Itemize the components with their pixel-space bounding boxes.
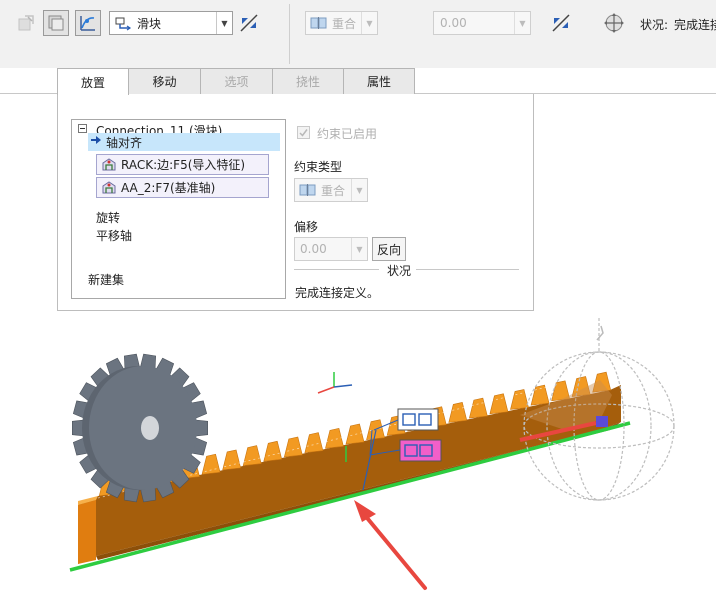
collapse-icon[interactable]: [78, 123, 88, 137]
axis-align-label: 轴对齐: [106, 136, 143, 150]
tab-flexibility[interactable]: 挠性: [272, 68, 344, 94]
constraint-enabled-label: 约束已启用: [317, 127, 378, 141]
constraint-tag-white[interactable]: [397, 408, 439, 431]
blue-dragger-handle[interactable]: [596, 416, 608, 427]
offset-field-value: 0.00: [300, 242, 327, 256]
move-component-icon[interactable]: [601, 10, 627, 36]
ribbon-toolbar: 滑块 ▼ 重合 ▼ 0.00 ▼ 状况: 完成连接: [0, 0, 716, 68]
tab-strip: 放置 移动 选项 挠性 属性: [57, 68, 415, 95]
chevron-down-icon: ▼: [216, 12, 232, 34]
connection-type-value: 滑块: [137, 16, 162, 31]
mechanism-curve-icon[interactable]: [75, 10, 101, 36]
model-viewport[interactable]: [0, 318, 716, 607]
placement-icon[interactable]: [43, 10, 69, 36]
status-label: 状况:: [640, 18, 669, 32]
slider-icon: [115, 17, 132, 31]
rotation-node[interactable]: 旋转: [96, 209, 120, 226]
status-text: 完成连接: [674, 18, 716, 32]
arrow-right-icon: [90, 133, 102, 150]
edit-attachment-icon[interactable]: [13, 10, 39, 36]
annotation-arrow: [354, 500, 427, 590]
flip-direction-icon[interactable]: [236, 10, 262, 36]
gear-part[interactable]: [72, 353, 208, 503]
flip-button[interactable]: 反向: [372, 237, 406, 261]
constraint-type-label: 约束类型: [294, 160, 343, 174]
new-set-node[interactable]: 新建集: [88, 271, 124, 288]
rack-tooth: [448, 402, 468, 423]
offset-label: 偏移: [294, 220, 319, 234]
reference-datum-axis[interactable]: AA_2:F7(基准轴): [96, 177, 269, 198]
constraint-type-dropdown[interactable]: 重合 ▼: [294, 178, 368, 202]
status-message: 完成连接定义。: [295, 286, 380, 300]
constraint-tag-pink[interactable]: [399, 439, 442, 462]
rack-tooth: [283, 436, 303, 458]
rack-tooth: [242, 445, 262, 466]
rack-tooth: [345, 423, 365, 445]
toolbar-divider: [289, 4, 290, 64]
constraint-enabled-checkbox[interactable]: [297, 126, 310, 139]
gear-tooth: [195, 419, 208, 437]
chevron-down-icon: ▼: [514, 12, 530, 34]
reference-rack-edge[interactable]: RACK:边:F5(导入特征): [96, 154, 269, 175]
rack-tooth: [304, 432, 324, 453]
coincident-icon: [310, 17, 327, 29]
rack-tooth: [263, 440, 283, 462]
tab-move[interactable]: 移动: [128, 68, 201, 94]
translation-axis-node[interactable]: 平移轴: [96, 227, 132, 244]
tab-properties[interactable]: 属性: [343, 68, 415, 94]
status-divider-right: [416, 269, 519, 270]
status-divider-left: [294, 269, 379, 270]
tab-placement[interactable]: 放置: [57, 68, 129, 95]
connection-tree: Connection_11 (滑块) 轴对齐 RACK:边:F5(导入特征) A…: [71, 119, 286, 299]
rack-tooth: [325, 427, 344, 449]
offset-value: 0.00: [440, 16, 467, 30]
rack-tooth: [489, 393, 509, 415]
rack-tooth: [468, 397, 488, 419]
tab-options[interactable]: 选项: [200, 68, 273, 94]
placement-panel: Connection_11 (滑块) 轴对齐 RACK:边:F5(导入特征) A…: [57, 94, 534, 311]
reference-axis-label: AA_2:F7(基准轴): [121, 181, 216, 195]
status-heading: 状况: [387, 264, 412, 278]
axis-triad-icon: [317, 372, 353, 394]
constraint-type-dropdown-value: 重合: [321, 183, 346, 198]
chevron-down-icon: ▼: [351, 238, 367, 260]
rack-tooth: [530, 384, 550, 406]
connection-type-select[interactable]: 滑块 ▼: [109, 11, 233, 35]
flip-constraint-icon[interactable]: [548, 10, 574, 36]
coincident-icon: [299, 184, 316, 196]
offset-input[interactable]: 0.00 ▼: [433, 11, 531, 35]
part-reference-icon: [102, 158, 116, 171]
chevron-down-icon: ▼: [351, 179, 367, 201]
constraint-type-select[interactable]: 重合 ▼: [305, 11, 378, 35]
offset-field[interactable]: 0.00 ▼: [294, 237, 368, 261]
part-reference-icon: [102, 181, 116, 194]
constraint-type-value: 重合: [332, 16, 357, 31]
reference-rack-label: RACK:边:F5(导入特征): [121, 158, 246, 172]
chevron-down-icon: ▼: [361, 12, 377, 34]
